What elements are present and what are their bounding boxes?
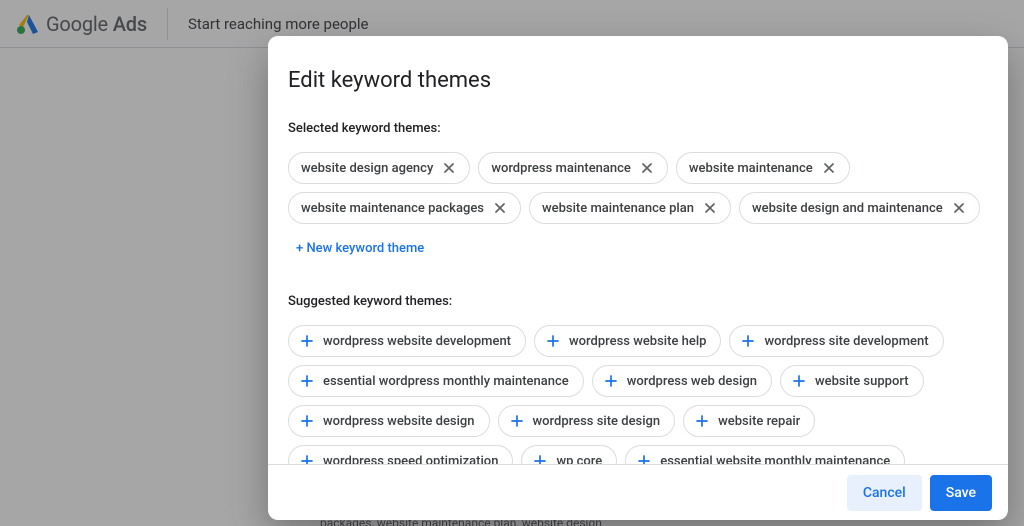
suggested-keyword-chip[interactable]: wordpress speed optimization [288,445,513,464]
plus-icon [299,453,315,464]
chip-label: website design agency [301,161,433,176]
chip-label: wordpress web design [627,374,757,389]
chip-label: wp core [556,454,602,465]
plus-icon [740,333,756,349]
chip-label: essential wordpress monthly maintenance [323,374,569,389]
selected-themes-list: website design agency wordpress maintenan… [288,152,988,264]
chip-label: wordpress site design [533,414,661,429]
suggested-keyword-chip[interactable]: essential wordpress monthly maintenance [288,365,584,397]
chip-label: wordpress speed optimization [323,454,498,465]
chip-label: website maintenance [689,161,813,176]
plus-icon [299,373,315,389]
selected-keyword-chip: website design and maintenance [739,192,980,224]
selected-keyword-chip: website design agency [288,152,470,184]
remove-chip-icon[interactable] [441,160,457,176]
suggested-themes-label: Suggested keyword themes: [288,294,988,309]
plus-icon [603,373,619,389]
save-button[interactable]: Save [930,475,992,511]
new-keyword-theme-button[interactable]: + New keyword theme [288,232,432,264]
suggested-themes-list: wordpress website development wordpress w… [288,325,988,464]
dialog-footer: Cancel Save [268,464,1008,520]
suggested-keyword-chip[interactable]: website repair [683,405,815,437]
chip-label: wordpress site development [764,334,928,349]
suggested-keyword-chip[interactable]: wordpress website design [288,405,490,437]
chip-label: website maintenance packages [301,201,484,216]
selected-keyword-chip: website maintenance packages [288,192,521,224]
plus-icon [299,413,315,429]
suggested-keyword-chip[interactable]: wordpress website help [534,325,721,357]
chip-label: wordpress website help [569,334,706,349]
plus-icon [299,333,315,349]
chip-label: essential website monthly maintenance [660,454,890,465]
chip-label: website repair [718,414,800,429]
plus-icon [509,413,525,429]
suggested-keyword-chip[interactable]: wp core [521,445,617,464]
suggested-keyword-chip[interactable]: wordpress site development [729,325,943,357]
plus-icon [791,373,807,389]
chip-label: wordpress website development [323,334,511,349]
plus-icon [545,333,561,349]
suggested-keyword-chip[interactable]: wordpress web design [592,365,772,397]
chip-label: wordpress website design [323,414,475,429]
chip-label: website design and maintenance [752,201,943,216]
selected-keyword-chip: website maintenance [676,152,850,184]
selected-themes-label: Selected keyword themes: [288,121,988,136]
suggested-keyword-chip[interactable]: wordpress site design [498,405,676,437]
remove-chip-icon[interactable] [639,160,655,176]
plus-icon [636,453,652,464]
chip-label: website maintenance plan [542,201,694,216]
plus-icon [694,413,710,429]
suggested-keyword-chip[interactable]: website support [780,365,924,397]
suggested-keyword-chip[interactable]: essential website monthly maintenance [625,445,905,464]
remove-chip-icon[interactable] [951,200,967,216]
cancel-button[interactable]: Cancel [847,475,922,511]
chip-label: website support [815,374,909,389]
remove-chip-icon[interactable] [821,160,837,176]
edit-keyword-themes-dialog: Edit keyword themes Selected keyword the… [268,36,1008,520]
plus-icon [532,453,548,464]
remove-chip-icon[interactable] [702,200,718,216]
dialog-title: Edit keyword themes [288,68,988,93]
selected-keyword-chip: website maintenance plan [529,192,731,224]
suggested-keyword-chip[interactable]: wordpress website development [288,325,526,357]
chip-label: wordpress maintenance [491,161,631,176]
selected-keyword-chip: wordpress maintenance [478,152,668,184]
dialog-body: Edit keyword themes Selected keyword the… [268,36,1008,464]
remove-chip-icon[interactable] [492,200,508,216]
